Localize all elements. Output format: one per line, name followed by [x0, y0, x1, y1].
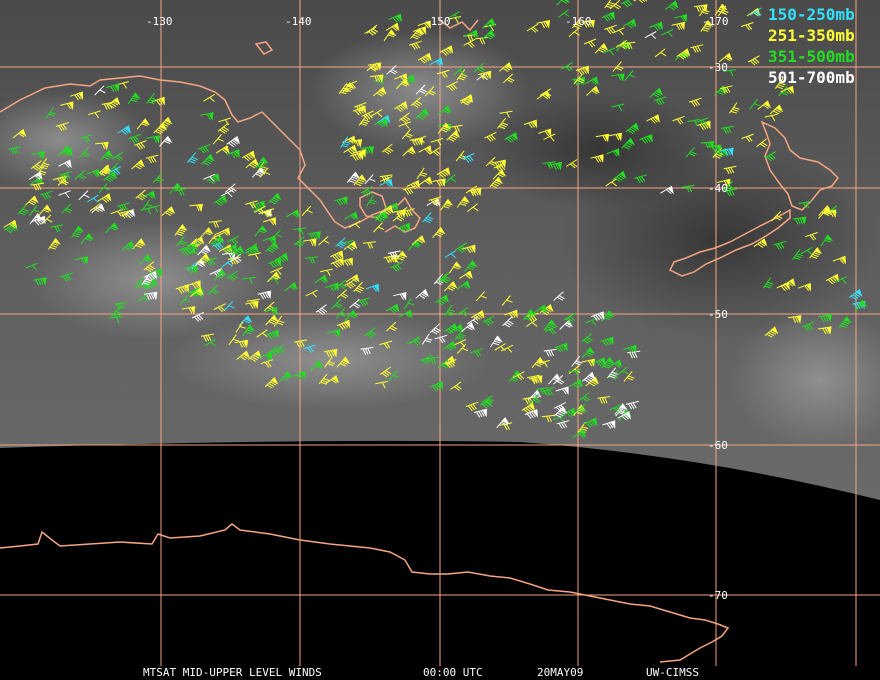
- lon-label-140: -140: [285, 15, 312, 28]
- footer-date: 20MAY09: [537, 666, 584, 679]
- legend-351-500: 351-500mb: [768, 47, 855, 66]
- footer-caption: MTSAT MID-UPPER LEVEL WINDS 00:00 UTC 20…: [0, 666, 880, 680]
- legend-150-250: 150-250mb: [768, 5, 855, 24]
- footer-time: 00:00 UTC: [423, 666, 483, 679]
- lat-label-40: -40: [708, 182, 728, 195]
- map-canvas: -130 -140 -150 -160 -170 -30 -40 -50 -60…: [0, 0, 880, 666]
- legend-501-700: 501-700mb: [768, 68, 855, 87]
- lon-label-160: -160: [565, 15, 592, 28]
- lon-label-170: -170: [702, 15, 729, 28]
- lon-label-130: -130: [146, 15, 173, 28]
- lat-label-30: -30: [708, 61, 728, 74]
- footer-credit: UW-CIMSS: [646, 666, 699, 679]
- satellite-wind-map: -130 -140 -150 -160 -170 -30 -40 -50 -60…: [0, 0, 880, 680]
- lat-label-60: -60: [708, 439, 728, 452]
- lat-label-50: -50: [708, 308, 728, 321]
- lon-label-150: -150: [424, 15, 451, 28]
- antarctica-coast: [0, 523, 730, 663]
- lat-label-70: -70: [708, 589, 728, 602]
- footer-product: MTSAT MID-UPPER LEVEL WINDS: [143, 666, 322, 679]
- legend-251-350: 251-350mb: [768, 26, 855, 45]
